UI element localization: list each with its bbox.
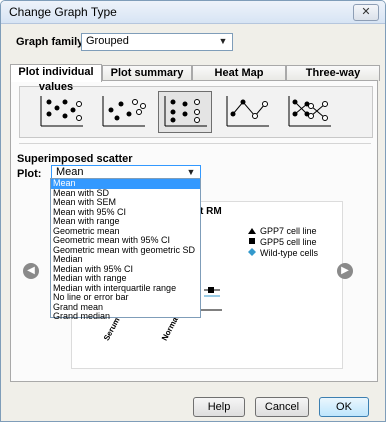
list-item[interactable]: Mean with SEM	[51, 198, 200, 208]
cancel-button[interactable]: Cancel	[255, 397, 309, 417]
list-item[interactable]: Median with 95% CI	[51, 265, 200, 275]
list-item[interactable]: Mean	[51, 179, 200, 189]
previous-button[interactable]: ◀	[23, 263, 39, 279]
help-button[interactable]: Help	[193, 397, 245, 417]
close-button[interactable]: ✕	[353, 4, 379, 21]
scatter-filled-icon	[40, 96, 83, 127]
graph-type-scatter-connected[interactable]	[220, 91, 274, 133]
graph-family-value: Grouped	[86, 35, 129, 47]
superimposed-scatter-label: Superimposed scatter	[17, 153, 133, 165]
list-item[interactable]: Geometric mean with 95% CI	[51, 236, 200, 246]
scatter-mixed-icon	[102, 96, 146, 127]
tab-plot-summary-data[interactable]: Plot summary data	[102, 65, 192, 94]
legend-label: GPP7 cell line	[260, 226, 317, 236]
chevron-down-icon: ▼	[218, 36, 228, 46]
close-icon: ✕	[361, 6, 371, 18]
plot-options-list[interactable]: Mean Mean with SD Mean with SEM Mean wit…	[50, 178, 201, 321]
window-title: Change Graph Type	[9, 5, 117, 19]
list-item[interactable]: Mean with range	[51, 217, 200, 227]
list-item[interactable]: Median with interquartile range	[51, 284, 200, 294]
next-button[interactable]: ▶	[337, 263, 353, 279]
change-graph-type-dialog: Change Graph Type ✕ Graph family: Groupe…	[0, 0, 386, 422]
tab-plot-individual-values[interactable]: Plot individual values	[10, 64, 102, 93]
graph-family-label: Graph family:	[16, 36, 87, 48]
list-item[interactable]: Median	[51, 255, 200, 265]
graph-type-scatter-mixed[interactable]	[96, 91, 150, 133]
title-bar: Change Graph Type ✕	[1, 1, 385, 24]
graph-type-tabs: Plot individual values Plot summary data…	[10, 64, 380, 94]
list-item[interactable]: Grand median	[51, 312, 200, 322]
graph-type-before-after[interactable]	[282, 91, 336, 133]
tab-heat-map[interactable]: Heat Map	[192, 65, 286, 81]
chevron-left-icon: ◀	[27, 265, 35, 276]
chevron-right-icon: ▶	[341, 265, 349, 276]
plot-value: Mean	[56, 166, 84, 178]
list-item[interactable]: Mean with SD	[51, 189, 200, 199]
graph-type-scatter-aligned[interactable]	[158, 91, 212, 133]
before-after-icon	[288, 96, 331, 127]
divider	[19, 143, 371, 144]
list-item[interactable]: No line or error bar	[51, 293, 200, 303]
list-item[interactable]: Geometric mean	[51, 227, 200, 237]
legend-label: Wild-type cells	[260, 248, 319, 258]
legend-label: GPP5 cell line	[260, 237, 317, 247]
list-item[interactable]: Median with range	[51, 274, 200, 284]
plot-label: Plot:	[17, 168, 42, 180]
list-item[interactable]: Geometric mean with geometric SD	[51, 246, 200, 256]
graph-type-scatter-filled[interactable]	[34, 91, 88, 133]
list-item[interactable]: Grand mean	[51, 303, 200, 313]
scatter-aligned-icon	[164, 96, 207, 127]
ok-button[interactable]: OK	[319, 397, 369, 417]
scatter-connected-icon	[226, 96, 269, 127]
graph-family-select[interactable]: Grouped ▼	[81, 33, 233, 51]
tab-three-way[interactable]: Three-way	[286, 65, 380, 81]
list-item[interactable]: Mean with 95% CI	[51, 208, 200, 218]
